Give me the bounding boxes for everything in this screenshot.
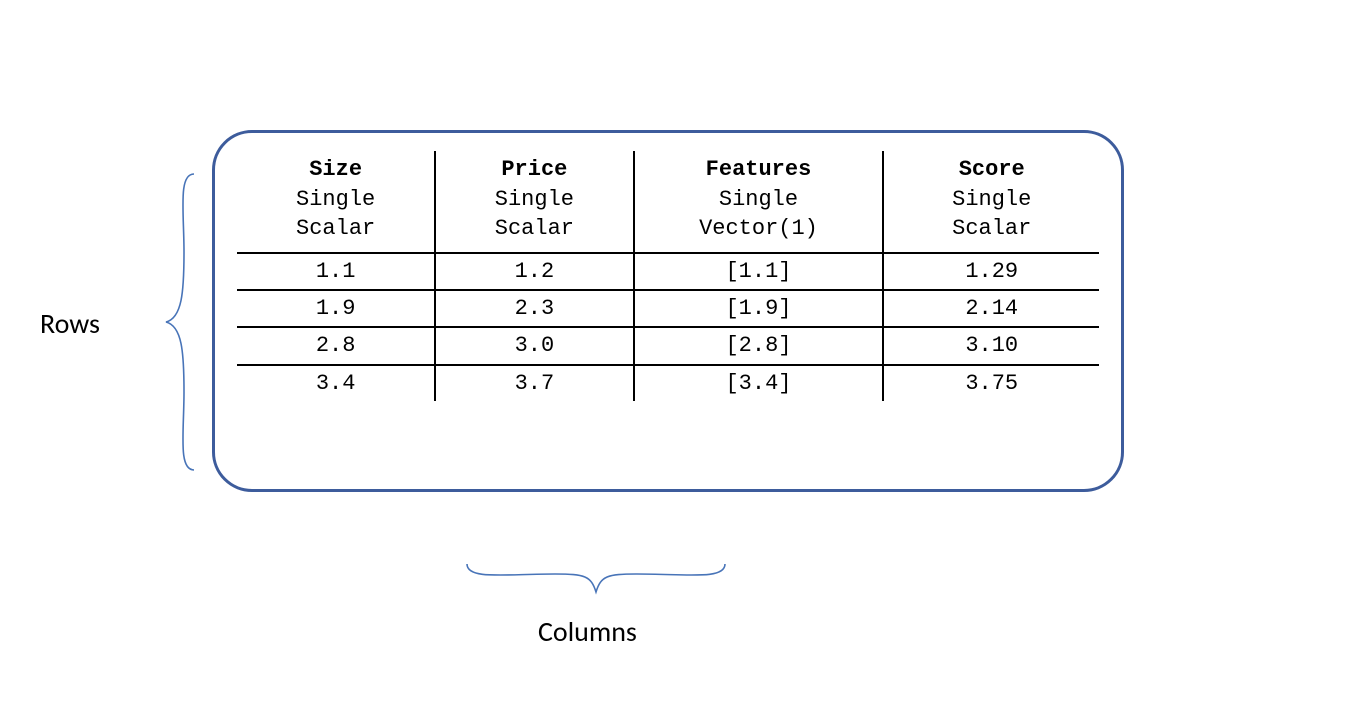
rows-label: Rows [40,306,100,341]
cell-features: [1.1] [634,253,884,290]
col-name: Features [706,157,812,182]
col-header-size: Size Single Scalar [237,151,435,253]
cell-size: 1.9 [237,290,435,327]
table-row: 3.4 3.7 [3.4] 3.75 [237,365,1099,401]
col-header-score: Score Single Scalar [883,151,1099,253]
cell-price: 2.3 [435,290,633,327]
col-card: Single [495,187,574,212]
brace-left-icon [160,172,202,472]
col-name: Score [959,157,1025,182]
col-card: Single [719,187,798,212]
cell-score: 1.29 [883,253,1099,290]
cell-price: 3.0 [435,327,633,364]
brace-bottom-icon [465,556,727,600]
cell-features: [2.8] [634,327,884,364]
col-type: Scalar [952,216,1031,241]
cell-score: 3.10 [883,327,1099,364]
diagram-stage: Rows Size Single Scalar [0,0,1354,724]
table-row: 2.8 3.0 [2.8] 3.10 [237,327,1099,364]
cell-score: 2.14 [883,290,1099,327]
col-header-features: Features Single Vector(1) [634,151,884,253]
col-card: Single [952,187,1031,212]
table-row: 1.1 1.2 [1.1] 1.29 [237,253,1099,290]
cell-score: 3.75 [883,365,1099,401]
col-name: Price [501,157,567,182]
cell-size: 1.1 [237,253,435,290]
col-type: Scalar [495,216,574,241]
columns-label: Columns [538,614,637,649]
col-type: Scalar [296,216,375,241]
cell-price: 1.2 [435,253,633,290]
table-row: 1.9 2.3 [1.9] 2.14 [237,290,1099,327]
table-header-row: Size Single Scalar Price Single Scalar [237,151,1099,253]
cell-features: [1.9] [634,290,884,327]
data-table: Size Single Scalar Price Single Scalar [237,151,1099,401]
cell-price: 3.7 [435,365,633,401]
col-card: Single [296,187,375,212]
col-name: Size [309,157,362,182]
cell-features: [3.4] [634,365,884,401]
col-header-price: Price Single Scalar [435,151,633,253]
col-type: Vector(1) [699,216,818,241]
cell-size: 2.8 [237,327,435,364]
table-panel: Size Single Scalar Price Single Scalar [212,130,1124,492]
cell-size: 3.4 [237,365,435,401]
